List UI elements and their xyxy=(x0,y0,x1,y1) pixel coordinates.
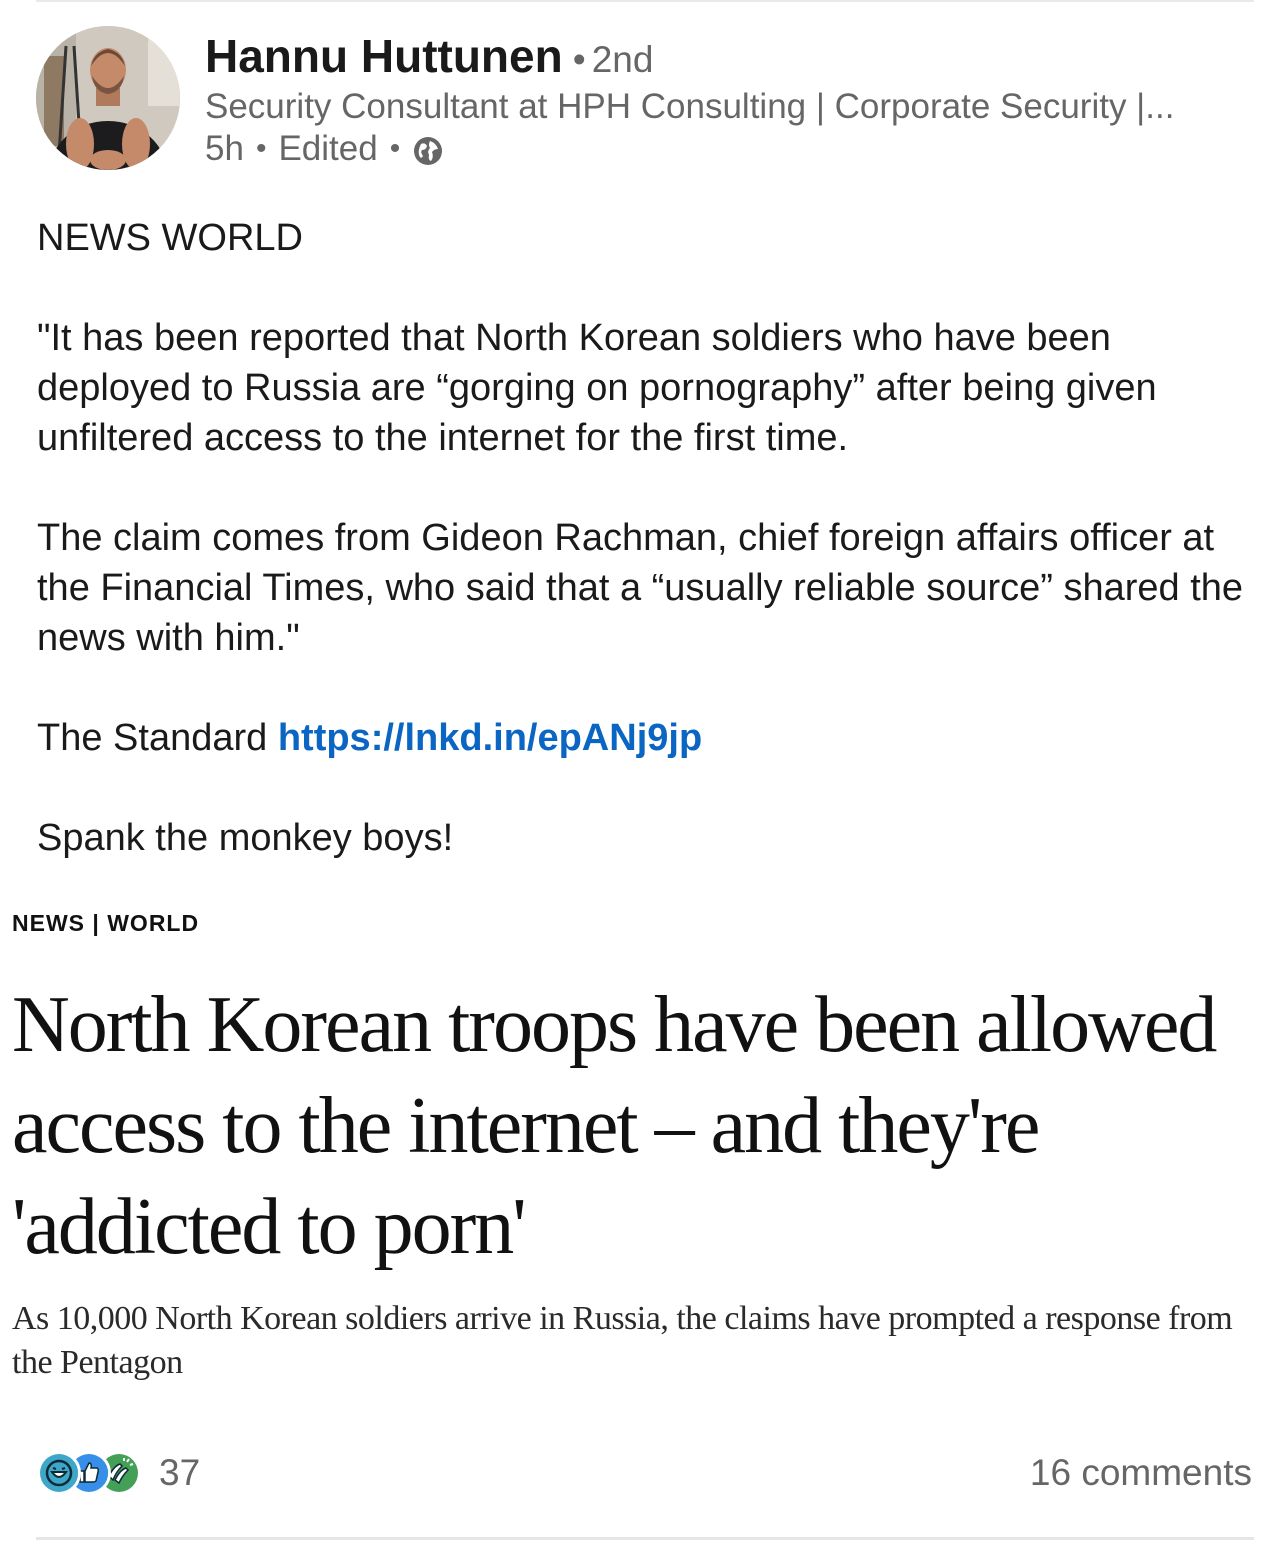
post-meta: 5h • Edited • xyxy=(205,128,444,170)
post-line-news-world: NEWS WORLD xyxy=(37,217,303,259)
source-label: The Standard xyxy=(37,717,268,759)
avatar-photo xyxy=(36,26,180,170)
degree-label: 2nd xyxy=(591,39,654,80)
post-source-line: The Standard https://lnkd.in/epANj9jp xyxy=(37,713,1252,763)
comments-count[interactable]: 16 comments xyxy=(1030,1450,1252,1496)
reaction-count[interactable]: 37 xyxy=(159,1452,200,1494)
post-text: NEWS WORLD "It has been reported that No… xyxy=(37,213,1252,863)
post-time: 5h xyxy=(205,129,244,168)
reactions-summary[interactable]: 37 xyxy=(37,1450,200,1496)
edited-label: Edited xyxy=(278,129,378,168)
connection-degree: • 2nd xyxy=(563,39,654,80)
funny-reaction-icon xyxy=(37,1451,81,1495)
author-name-row[interactable]: Hannu Huttunen • 2nd xyxy=(205,30,653,86)
top-divider xyxy=(36,0,1254,2)
article-headline[interactable]: North Korean troops have been allowed ac… xyxy=(12,975,1262,1278)
source-link[interactable]: https://lnkd.in/epANj9jp xyxy=(278,717,702,759)
degree-separator: • xyxy=(572,39,586,80)
meta-separator: • xyxy=(255,132,267,165)
article-subheadline: As 10,000 North Korean soldiers arrive i… xyxy=(12,1300,1233,1381)
author-avatar[interactable] xyxy=(36,26,180,170)
author-name[interactable]: Hannu Huttunen xyxy=(205,30,563,82)
author-headline[interactable]: Security Consultant at HPH Consulting | … xyxy=(205,86,1255,128)
post-paragraph-2: The claim comes from Gideon Rachman, chi… xyxy=(37,517,1244,659)
globe-icon xyxy=(412,135,444,167)
post-closing-line: Spank the monkey boys! xyxy=(37,817,454,859)
bottom-divider xyxy=(36,1537,1254,1540)
article-kicker: NEWS | WORLD xyxy=(12,910,200,936)
meta-separator: • xyxy=(389,132,401,165)
post-paragraph-1: "It has been reported that North Korean … xyxy=(37,317,1157,459)
